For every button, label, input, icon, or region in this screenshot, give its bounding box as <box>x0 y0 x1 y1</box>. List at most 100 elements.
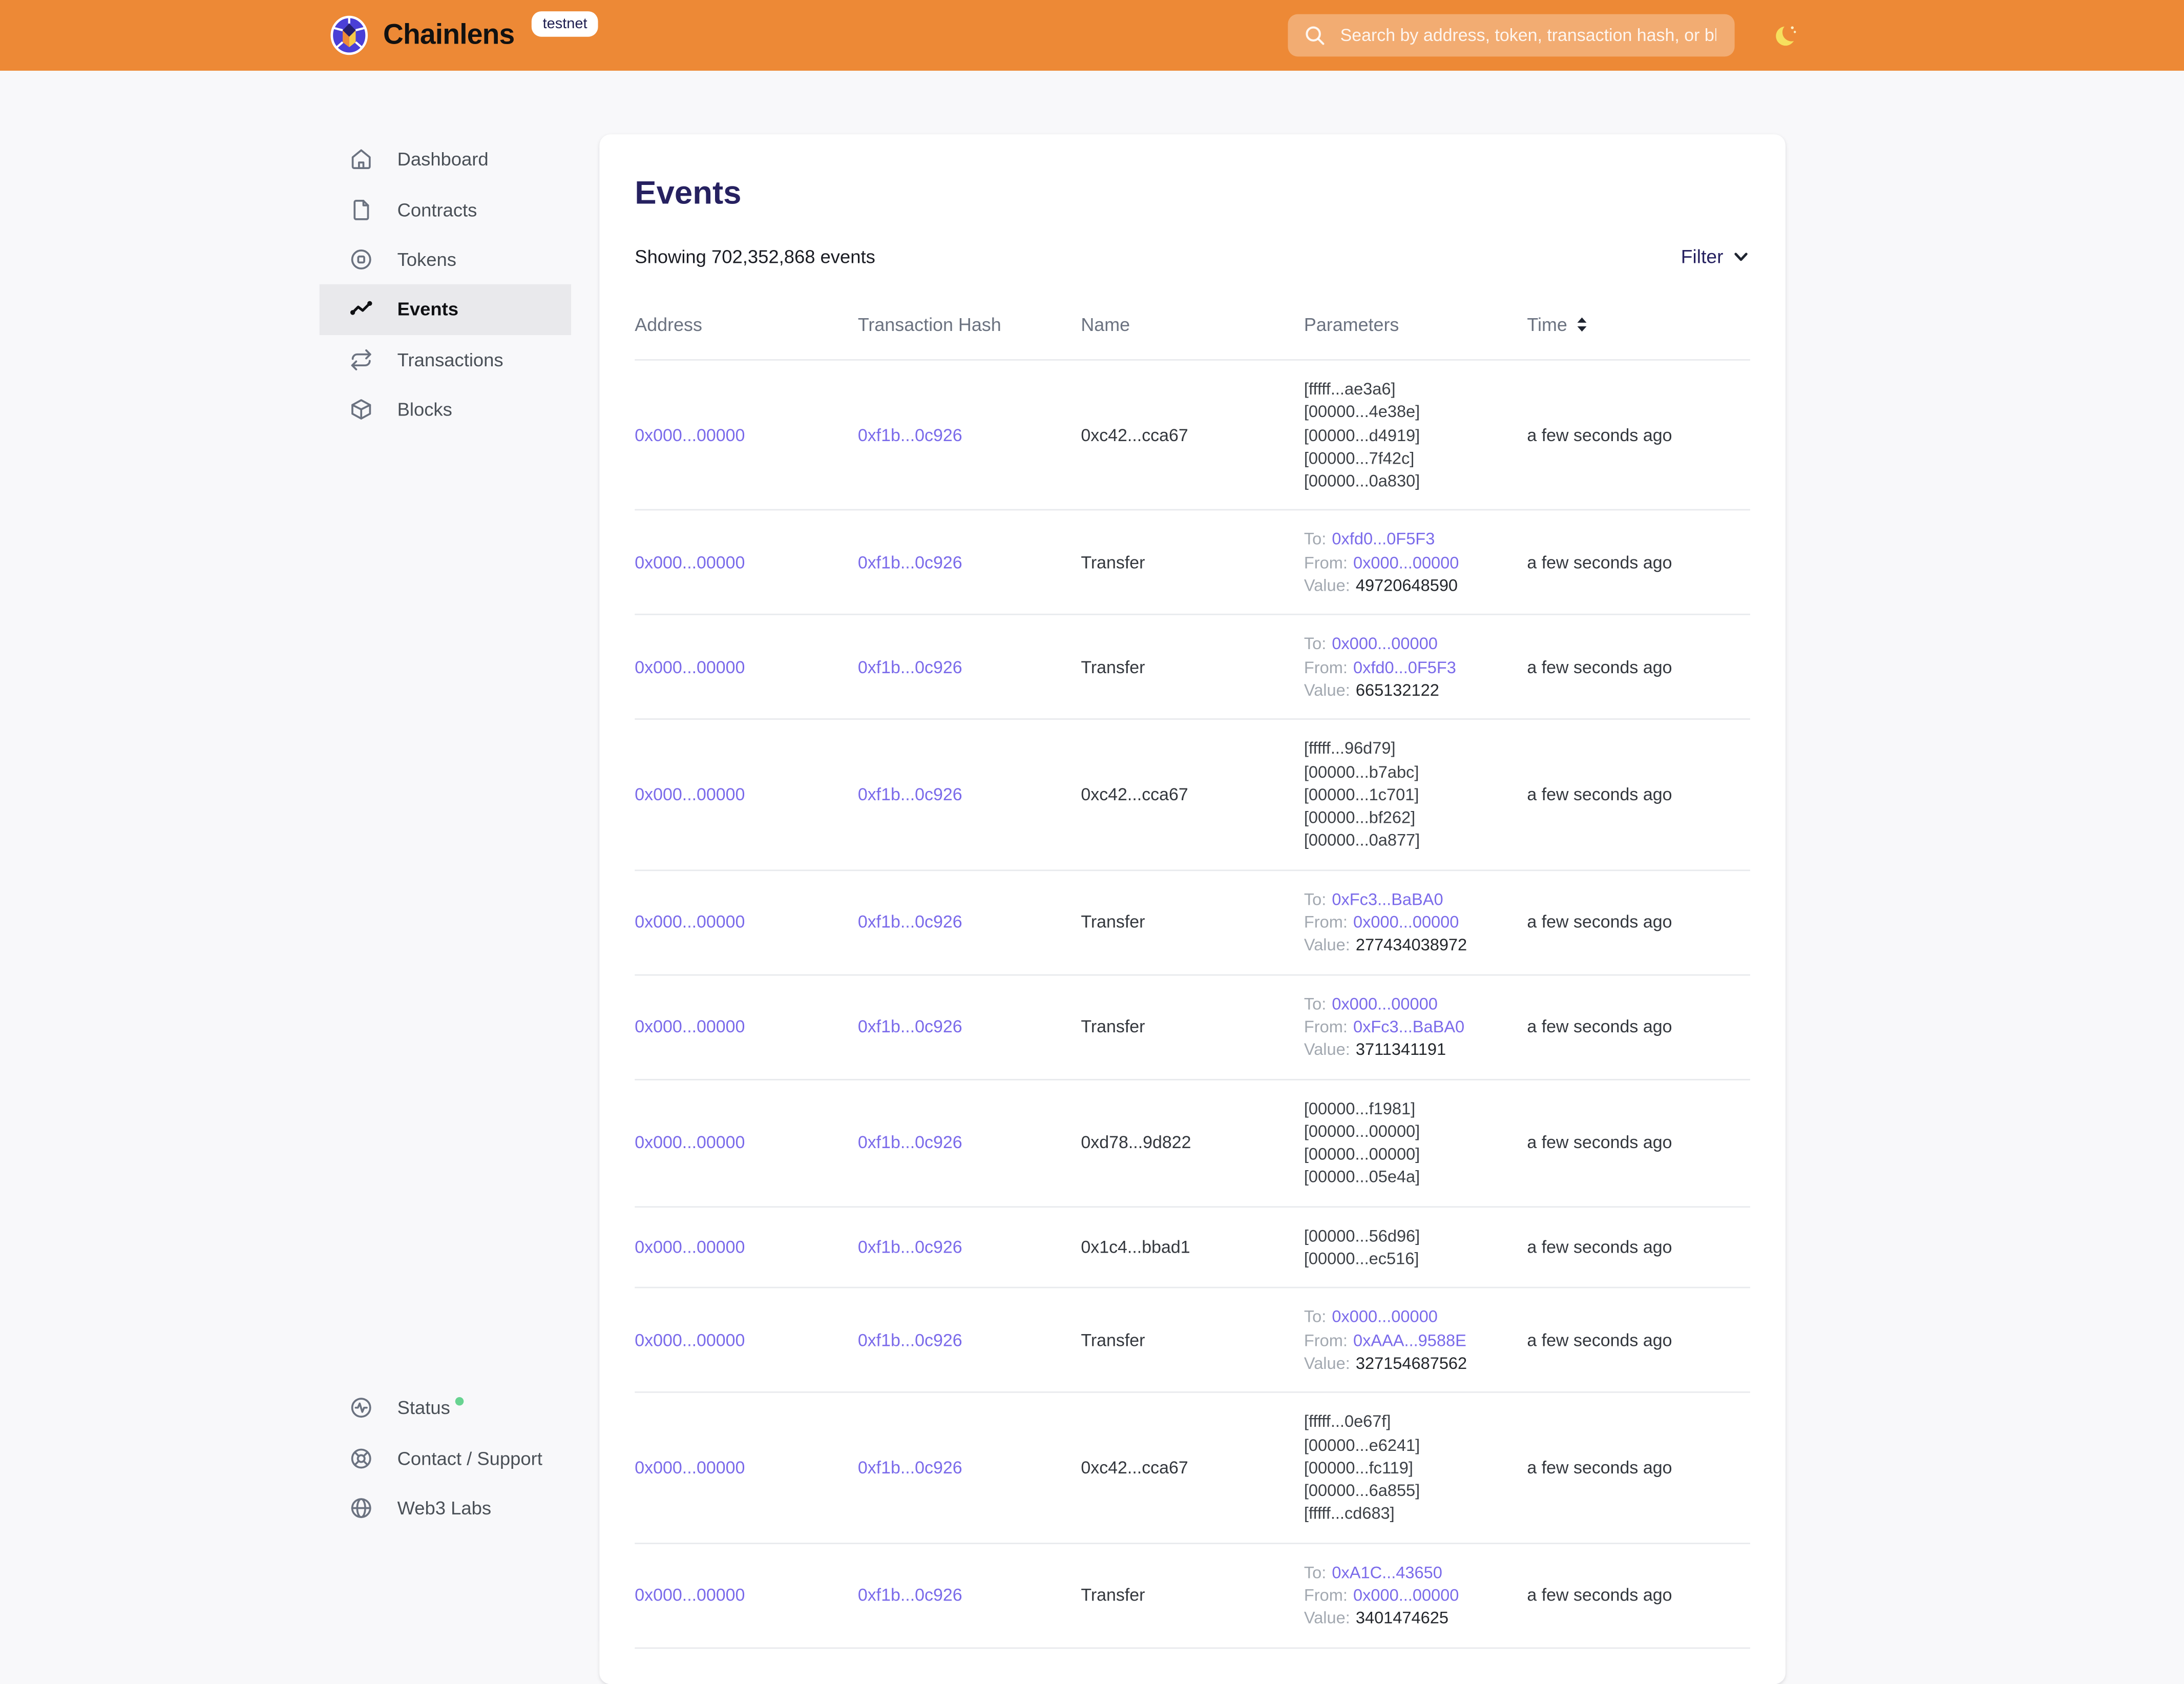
from-address-link[interactable]: 0xFc3...BaBA0 <box>1353 1016 1464 1036</box>
event-parameters: To:0xFc3...BaBA0From:0x000...00000Value:… <box>1304 888 1527 957</box>
events-card: Events Showing 702,352,868 events Filter… <box>599 134 1786 1684</box>
token-icon <box>349 247 373 272</box>
topic-param: [00000...7f42c] <box>1304 447 1527 470</box>
value-label: Value: <box>1304 1608 1350 1628</box>
address-link[interactable]: 0x000...00000 <box>635 785 745 805</box>
event-time: a few seconds ago <box>1527 1133 1750 1153</box>
topic-param: [00000...6a855] <box>1304 1479 1527 1502</box>
transaction-hash-link[interactable]: 0xf1b...0c926 <box>858 1017 962 1037</box>
sidebar-item-blocks[interactable]: Blocks <box>320 385 571 435</box>
topic-param: [fffff...0e67f] <box>1304 1410 1527 1433</box>
event-parameters: [00000...56d96][00000...ec516] <box>1304 1224 1527 1270</box>
sidebar-item-contact-support[interactable]: Contact / Support <box>320 1433 571 1483</box>
from-label: From: <box>1304 1585 1348 1605</box>
transaction-hash-link[interactable]: 0xf1b...0c926 <box>858 1330 962 1350</box>
sidebar-item-contracts[interactable]: Contracts <box>320 184 571 235</box>
value-amount: 3711341191 <box>1356 1039 1446 1059</box>
event-row: 0x000...00000 0xf1b...0c926 Transfer To:… <box>635 1544 1750 1648</box>
sort-icon[interactable] <box>1573 316 1590 334</box>
to-address-link[interactable]: 0xFc3...BaBA0 <box>1332 889 1443 909</box>
event-parameters: [fffff...0e67f][00000...e6241][00000...f… <box>1304 1410 1527 1525</box>
address-link[interactable]: 0x000...00000 <box>635 553 745 573</box>
value-amount: 49720648590 <box>1356 576 1458 596</box>
to-address-link[interactable]: 0x000...00000 <box>1332 993 1437 1013</box>
to-label: To: <box>1304 993 1326 1013</box>
event-time: a few seconds ago <box>1527 657 1750 677</box>
event-parameters: [00000...f1981][00000...00000][00000...0… <box>1304 1097 1527 1189</box>
sidebar-item-label: Tokens <box>397 249 456 270</box>
from-address-link[interactable]: 0x000...00000 <box>1353 912 1459 932</box>
address-link[interactable]: 0x000...00000 <box>635 1585 745 1605</box>
topic-param: [00000...0a830] <box>1304 470 1527 493</box>
search-input[interactable] <box>1337 24 1719 47</box>
from-label: From: <box>1304 912 1348 932</box>
event-row: 0x000...00000 0xf1b...0c926 0x1c4...bbad… <box>635 1207 1750 1288</box>
sidebar-footer: Status Contact / Support Web3 Labs <box>320 1383 571 1533</box>
from-address-link[interactable]: 0xfd0...0F5F3 <box>1353 657 1456 677</box>
transaction-hash-link[interactable]: 0xf1b...0c926 <box>858 1458 962 1478</box>
from-address-link[interactable]: 0xAAA...9588E <box>1353 1330 1466 1350</box>
event-row: 0x000...00000 0xf1b...0c926 Transfer To:… <box>635 1288 1750 1393</box>
filter-button[interactable]: Filter <box>1681 246 1750 267</box>
transaction-hash-link[interactable]: 0xf1b...0c926 <box>858 1585 962 1605</box>
from-address-link[interactable]: 0x000...00000 <box>1353 1585 1459 1605</box>
event-time: a few seconds ago <box>1527 553 1750 573</box>
sidebar-item-dashboard[interactable]: Dashboard <box>320 134 571 184</box>
activity-chart-icon <box>349 298 373 322</box>
transaction-hash-link[interactable]: 0xf1b...0c926 <box>858 425 962 445</box>
topic-param: [00000...d4919] <box>1304 424 1527 447</box>
to-label: To: <box>1304 1562 1326 1582</box>
event-row: 0x000...00000 0xf1b...0c926 Transfer To:… <box>635 511 1750 616</box>
address-link[interactable]: 0x000...00000 <box>635 657 745 677</box>
to-address-link[interactable]: 0x000...00000 <box>1332 634 1437 654</box>
sidebar-item-web3-labs[interactable]: Web3 Labs <box>320 1483 571 1533</box>
page-title: Events <box>635 173 1750 212</box>
sidebar-item-events[interactable]: Events <box>320 284 571 335</box>
topic-param: [fffff...cd683] <box>1304 1502 1527 1525</box>
transaction-hash-link[interactable]: 0xf1b...0c926 <box>858 553 962 573</box>
event-name: Transfer <box>1081 1017 1304 1037</box>
event-time: a few seconds ago <box>1527 1585 1750 1605</box>
lifebuoy-icon <box>349 1446 373 1470</box>
transaction-hash-link[interactable]: 0xf1b...0c926 <box>858 1237 962 1257</box>
from-address-link[interactable]: 0x000...00000 <box>1353 553 1459 573</box>
sidebar-nav: Dashboard Contracts Tokens <box>320 134 571 434</box>
event-time: a few seconds ago <box>1527 912 1750 932</box>
address-link[interactable]: 0x000...00000 <box>635 1330 745 1350</box>
col-header-address: Address <box>635 314 858 335</box>
to-address-link[interactable]: 0x000...00000 <box>1332 1307 1437 1327</box>
sidebar-item-transactions[interactable]: Transactions <box>320 335 571 385</box>
to-address-link[interactable]: 0xfd0...0F5F3 <box>1332 530 1435 550</box>
event-name: 0xc42...cca67 <box>1081 785 1304 805</box>
topic-param: [fffff...ae3a6] <box>1304 378 1527 401</box>
address-link[interactable]: 0x000...00000 <box>635 912 745 932</box>
chevron-down-icon <box>1732 247 1750 266</box>
event-parameters: To:0x000...00000From:0xFc3...BaBA0Value:… <box>1304 992 1527 1062</box>
transaction-hash-link[interactable]: 0xf1b...0c926 <box>858 912 962 932</box>
from-label: From: <box>1304 657 1348 677</box>
value-label: Value: <box>1304 1039 1350 1059</box>
address-link[interactable]: 0x000...00000 <box>635 1458 745 1478</box>
theme-toggle-moon-icon[interactable] <box>1774 23 1800 48</box>
address-link[interactable]: 0x000...00000 <box>635 1017 745 1037</box>
address-link[interactable]: 0x000...00000 <box>635 1237 745 1257</box>
col-header-name: Name <box>1081 314 1304 335</box>
sidebar-item-label: Dashboard <box>397 149 489 170</box>
topic-param: [00000...fc119] <box>1304 1456 1527 1479</box>
to-address-link[interactable]: 0xA1C...43650 <box>1332 1562 1442 1582</box>
event-row: 0x000...00000 0xf1b...0c926 Transfer To:… <box>635 975 1750 1079</box>
brand[interactable]: Chainlens testnet <box>329 15 599 55</box>
address-link[interactable]: 0x000...00000 <box>635 425 745 445</box>
sidebar-item-tokens[interactable]: Tokens <box>320 235 571 285</box>
sidebar-item-status[interactable]: Status <box>320 1383 571 1433</box>
search-bar[interactable] <box>1288 14 1734 57</box>
event-parameters: To:0x000...00000From:0xAAA...9588EValue:… <box>1304 1305 1527 1375</box>
event-time: a few seconds ago <box>1527 425 1750 445</box>
transaction-hash-link[interactable]: 0xf1b...0c926 <box>858 1133 962 1153</box>
network-badge: testnet <box>531 11 598 37</box>
transaction-hash-link[interactable]: 0xf1b...0c926 <box>858 657 962 677</box>
col-header-transaction-hash: Transaction Hash <box>858 314 1081 335</box>
transaction-hash-link[interactable]: 0xf1b...0c926 <box>858 785 962 805</box>
topic-param: [00000...1c701] <box>1304 783 1527 806</box>
address-link[interactable]: 0x000...00000 <box>635 1133 745 1153</box>
